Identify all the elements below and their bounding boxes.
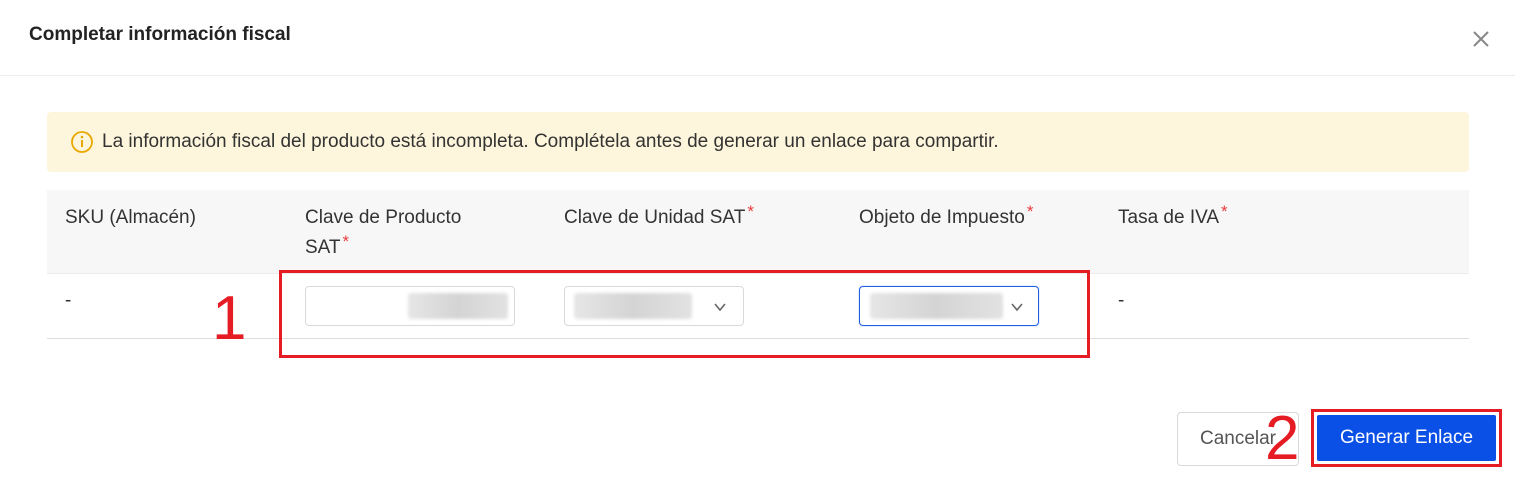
generate-link-button[interactable]: Generar Enlace — [1317, 415, 1496, 461]
dialog-header: Completar información fiscal — [0, 0, 1515, 76]
required-marker: * — [342, 232, 350, 251]
required-marker: * — [1221, 202, 1228, 221]
close-icon — [1473, 31, 1489, 47]
annotation-step-2: 2 — [1265, 404, 1300, 473]
col-header-clave-producto: Clave de Producto SAT * — [305, 207, 462, 258]
col-header-objeto-impuesto: Objeto de Impuesto * — [859, 202, 1034, 228]
col-header-sku: SKU (Almacén) — [65, 207, 196, 228]
close-button[interactable] — [1466, 24, 1496, 54]
annotation-step-1: 1 — [212, 284, 247, 353]
alert-message: La información fiscal del producto está … — [102, 131, 999, 152]
col-header-tasa-iva: Tasa de IVA * — [1118, 202, 1228, 228]
required-marker: * — [747, 202, 754, 221]
warning-alert: La información fiscal del producto está … — [47, 112, 1469, 172]
dialog-title: Completar información fiscal — [29, 24, 291, 45]
fiscal-info-dialog: Completar información fiscal La informac… — [0, 0, 1515, 486]
col-header-clave-unidad: Clave de Unidad SAT * — [564, 202, 754, 228]
info-circle-icon — [71, 131, 93, 153]
table-header: SKU (Almacén) Clave de Producto SAT * Cla… — [47, 190, 1469, 274]
annotation-highlight-box — [279, 270, 1090, 358]
required-marker: * — [1026, 202, 1034, 221]
sku-value: - — [65, 290, 72, 311]
tasa-iva-value: - — [1118, 290, 1125, 311]
annotation-button-highlight: Generar Enlace — [1311, 409, 1502, 467]
